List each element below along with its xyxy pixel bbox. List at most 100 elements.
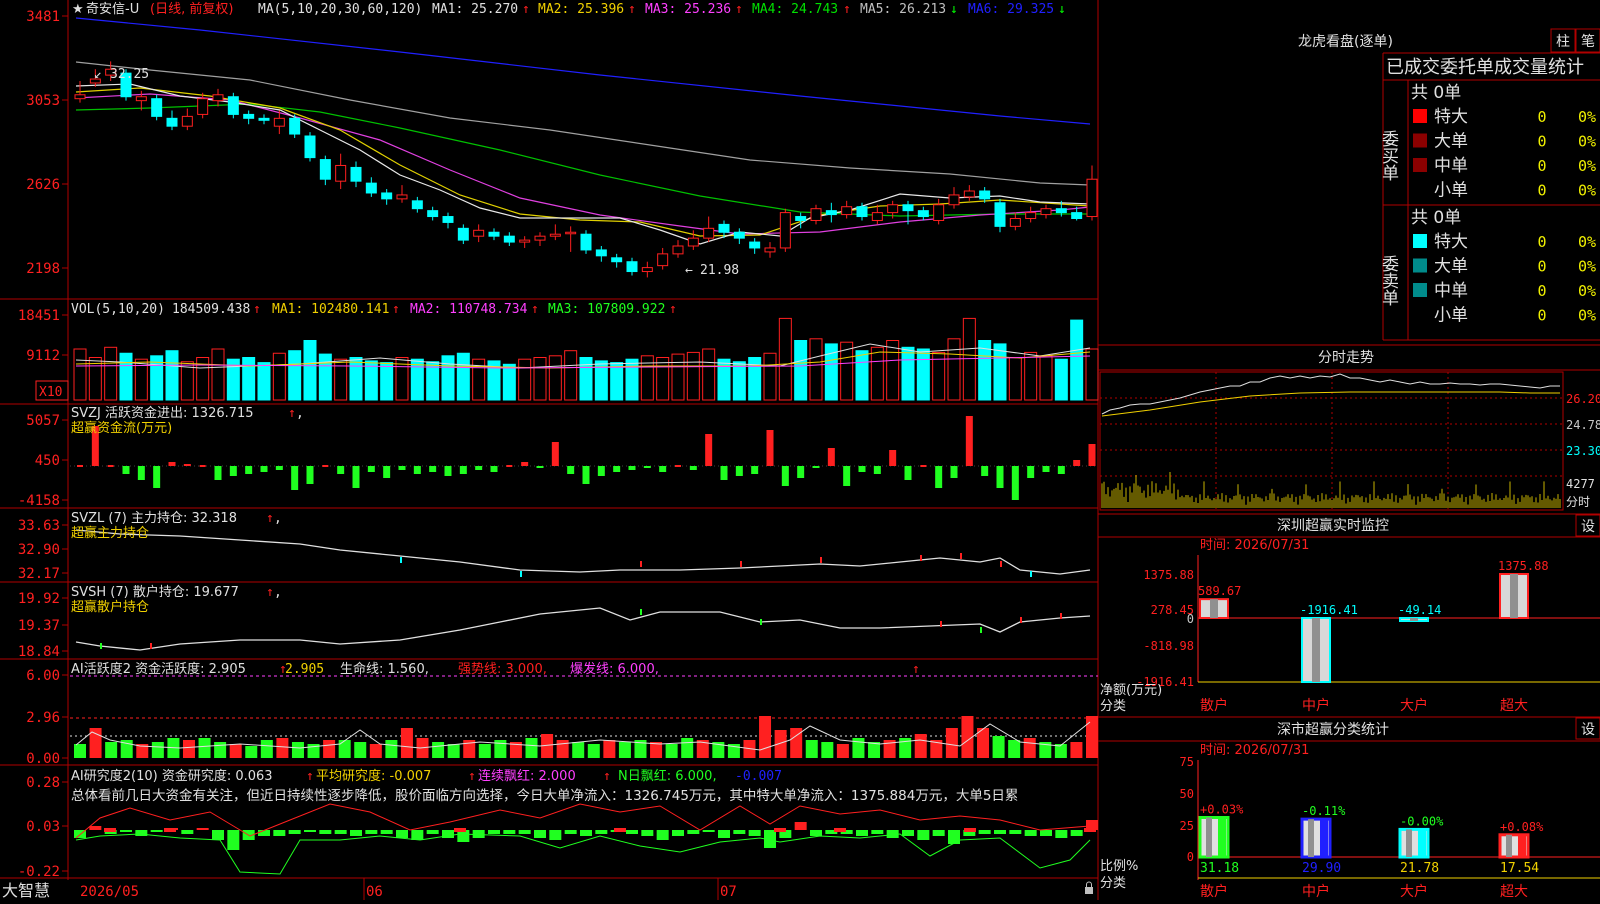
vol-y-tick: 9112 xyxy=(26,348,60,364)
svzj-bar xyxy=(935,466,943,488)
ai-research-bar xyxy=(672,830,684,836)
svzj-bar xyxy=(1042,466,1050,472)
volume-bar xyxy=(702,348,716,401)
volume-bar xyxy=(717,358,731,401)
svzj-bar xyxy=(291,466,299,490)
period-label[interactable]: (日线, 前复权) xyxy=(150,1,233,17)
svzl-comma: , xyxy=(274,511,282,526)
volume-bar xyxy=(303,340,317,401)
watch-star-icon[interactable]: ★ xyxy=(72,2,84,17)
monitor-category-label: 大户 xyxy=(1400,697,1428,714)
classify-bar-shade xyxy=(1406,829,1412,857)
ai-active-bar xyxy=(992,736,1005,758)
ai-active-bar xyxy=(338,740,351,758)
candle-body xyxy=(1040,208,1052,216)
fenshi-y-tick: 26.20 xyxy=(1566,392,1600,406)
ai-research-bar xyxy=(212,830,224,840)
svzl-marker xyxy=(1000,561,1002,567)
vol-y-tick: 18451 xyxy=(18,308,60,324)
svzj-bar xyxy=(260,466,268,472)
ma5-value: MA5: 26.213 xyxy=(860,2,946,17)
volume-bar xyxy=(886,340,900,401)
svsh-y-tick: 19.92 xyxy=(18,591,60,607)
ai-active-bar xyxy=(603,740,616,758)
avg-research: 平均研究度: -0.007 xyxy=(316,768,431,784)
svzj-bar xyxy=(567,466,575,474)
svzj-bar xyxy=(306,466,314,484)
ai-research-bar xyxy=(902,830,914,836)
ai-active-bar xyxy=(868,742,881,758)
ai-research-bar xyxy=(365,830,378,834)
candle-body xyxy=(994,202,1006,227)
ai-research-summary: 总体看前几日大资金有关注，但近日持续性逐步降低，股价面临方向选择，今日大单净流入… xyxy=(71,787,1018,804)
svzj-bar xyxy=(920,465,927,467)
candle-body xyxy=(396,194,408,200)
ai-active-bar xyxy=(836,744,849,758)
ai-active-bar xyxy=(214,742,227,758)
svzj-bar xyxy=(490,466,498,472)
svzj-bar xyxy=(858,466,866,472)
ai-active-v2: 2.905 xyxy=(285,662,324,677)
candle-body xyxy=(856,206,868,218)
classify-change-label: -0.11% xyxy=(1302,804,1346,818)
candle-body xyxy=(534,235,546,241)
svzl-marker xyxy=(740,561,742,567)
ai-active-bar xyxy=(587,744,600,758)
svzj-bar xyxy=(444,466,452,476)
tick-view-label: 笔 xyxy=(1581,34,1595,50)
volume-bar xyxy=(901,346,915,401)
volume-bar xyxy=(1085,348,1099,401)
volume-bar xyxy=(564,350,578,401)
continuous-red: 连续飘红: 2.000 xyxy=(478,768,576,784)
ai-research-bar xyxy=(595,830,608,834)
candle-body xyxy=(503,235,515,243)
sell-row-pct: 0% xyxy=(1578,307,1596,325)
candle-body xyxy=(488,231,500,237)
ai-research-bar xyxy=(411,830,424,840)
ai-active-bar xyxy=(478,744,491,758)
ai-research-bar xyxy=(656,830,669,840)
classify-value-label: 21.78 xyxy=(1400,861,1439,876)
dragon-title: 龙虎看盘(逐单) xyxy=(1298,33,1393,50)
ai-active-y-tick: 2.96 xyxy=(26,710,60,726)
ai-research-bar xyxy=(1009,830,1022,834)
candle-body xyxy=(549,233,561,237)
strong-line-label: 强势线: 3.000, xyxy=(458,661,547,677)
vol-ma1-arrow: ↑ xyxy=(392,302,400,317)
candle-body xyxy=(197,98,209,115)
candle-body xyxy=(565,231,577,235)
low-label: 21.98 xyxy=(700,263,739,278)
svzl-marker xyxy=(920,555,922,561)
candle-body xyxy=(427,210,439,218)
volume-bar xyxy=(119,352,133,401)
svzj-bar xyxy=(720,466,728,480)
sell-row-value: 0 xyxy=(1537,307,1546,325)
ai-active-bar xyxy=(323,740,336,758)
sell-row-pct: 0% xyxy=(1578,233,1596,251)
classify-category: 分类 xyxy=(1100,876,1126,891)
ai-research-bar xyxy=(518,830,531,834)
ai-research-bar xyxy=(380,830,393,834)
candle-body xyxy=(687,237,699,247)
ai-active-bar xyxy=(151,742,164,758)
monitor-bar-shade xyxy=(1410,618,1418,621)
ai-research-bar xyxy=(580,830,592,836)
svzj-bar xyxy=(137,466,145,480)
ai-research-bar xyxy=(227,830,240,850)
svzl-y-tick: 33.63 xyxy=(18,518,60,534)
volume-bar xyxy=(502,363,516,401)
monitor-bar-shade xyxy=(1510,574,1518,618)
candle-body xyxy=(335,164,347,182)
monitor-category-label: 超大 xyxy=(1500,698,1528,714)
monitor-y-tick: -818.98 xyxy=(1143,639,1194,653)
sell-row-name: 特大 xyxy=(1434,232,1468,252)
candle-body xyxy=(289,117,301,135)
svsh-comma: , xyxy=(274,585,282,600)
svsh-arrow: ↑ xyxy=(266,585,274,600)
candle-body xyxy=(917,210,929,218)
ai-research-tick xyxy=(454,828,466,832)
ai-research-bar xyxy=(856,830,868,836)
ai-active-bar xyxy=(245,746,258,758)
volume-bar xyxy=(962,317,976,401)
candle-body xyxy=(764,247,776,253)
